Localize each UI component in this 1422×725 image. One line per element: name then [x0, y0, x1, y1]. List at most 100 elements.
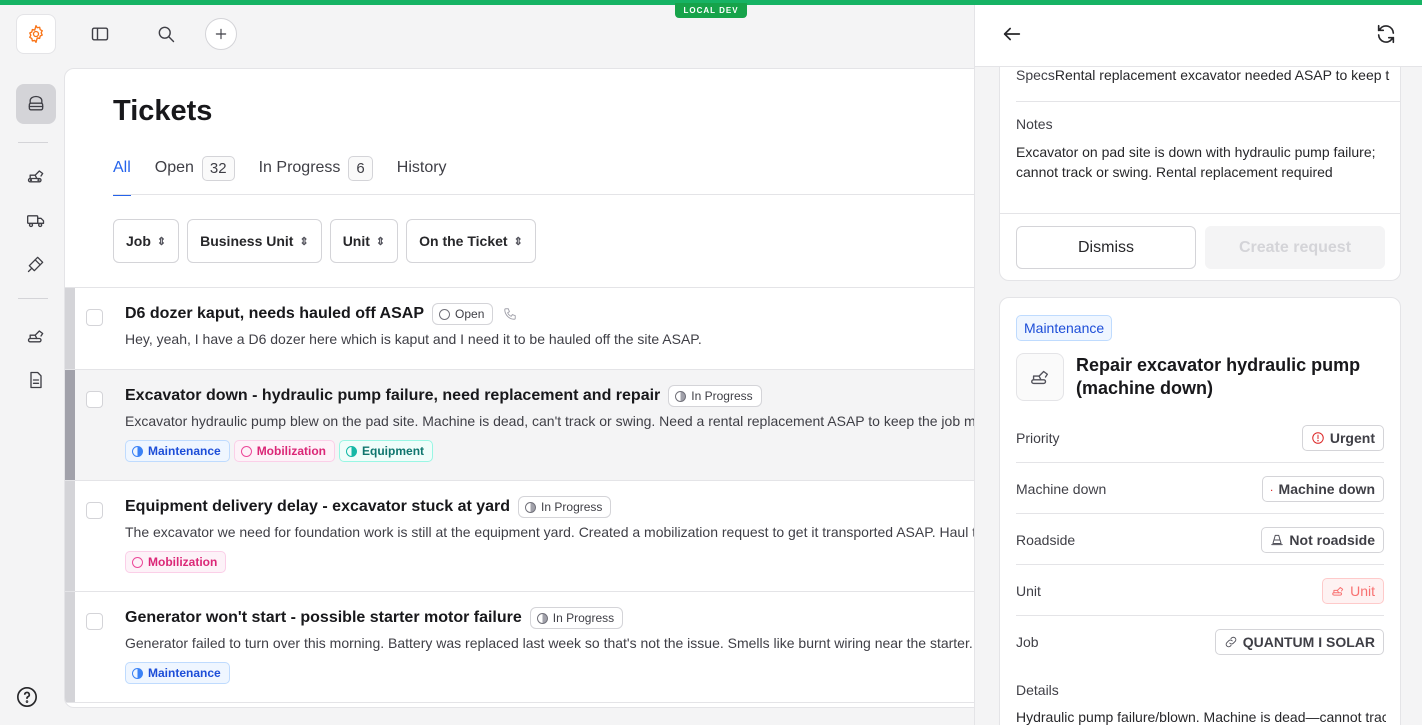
tab-label: In Progress: [258, 159, 341, 176]
priority-label: Priority: [1016, 429, 1060, 446]
refresh-icon[interactable]: [1375, 23, 1399, 47]
in-progress-status-icon: [525, 501, 537, 513]
status-label: In Progress: [541, 500, 603, 514]
excavator-icon: [27, 330, 44, 343]
nav-tools[interactable]: [16, 244, 56, 284]
road-cone-icon: [1271, 534, 1284, 545]
ticket-row[interactable]: D6 dozer kaput, needs hauled off ASAP Op…: [65, 288, 1003, 370]
ticket-title: Generator won't start - possible starter…: [125, 609, 522, 626]
row-checkbox[interactable]: [86, 391, 103, 408]
status-label: Open: [455, 307, 485, 321]
inbox-icon: [28, 95, 44, 111]
rail-divider: [18, 142, 48, 143]
help-icon[interactable]: [16, 686, 40, 710]
in-progress-status-icon: [675, 390, 687, 402]
rail-divider: [18, 298, 48, 299]
truck-icon: [26, 215, 45, 228]
search-icon[interactable]: [151, 19, 181, 49]
nav-fleet[interactable]: [16, 316, 56, 356]
status-badge: Open: [432, 303, 494, 325]
priority-select[interactable]: Urgent: [1301, 424, 1384, 451]
status-badge: In Progress: [529, 607, 624, 629]
nav-equipment[interactable]: [16, 156, 56, 196]
hammer-icon: [27, 256, 44, 273]
tab-label: All: [113, 159, 131, 176]
tag-maintenance: Maintenance: [125, 662, 230, 684]
nav-documents[interactable]: [16, 360, 56, 400]
status-label: In Progress: [691, 389, 753, 403]
excavator-icon: [1016, 353, 1064, 401]
dismiss-button[interactable]: Dismiss: [1016, 226, 1196, 269]
nav-tickets-inbox[interactable]: [16, 84, 56, 124]
ticket-description: Hey, yeah, I have a D6 dozer here which …: [125, 331, 702, 347]
notes-value: Excavator on pad site is down with hydra…: [1016, 144, 1376, 180]
tag-label: Equipment: [362, 444, 425, 458]
filter-business-unit[interactable]: Business Unit ⇕: [187, 219, 322, 263]
filter-on-the-ticket[interactable]: On the Ticket ⇕: [406, 219, 536, 263]
excavator-icon: [1332, 586, 1344, 596]
document-icon: [30, 371, 42, 389]
machine-down-indicator-icon: ·: [1270, 486, 1274, 495]
tag-mobilization: Mobilization: [125, 551, 227, 573]
machine-down-row: Machine down · Machine down: [1016, 464, 1384, 514]
job-select[interactable]: QUANTUM I SOLAR: [1214, 629, 1384, 655]
back-arrow-icon[interactable]: [1001, 23, 1025, 47]
filter-unit[interactable]: Unit ⇕: [329, 219, 399, 263]
specs-label: Specs: [1016, 67, 1055, 83]
env-badge: LOCAL DEV: [675, 3, 747, 18]
sort-chevron-icon: ⇕: [156, 235, 167, 248]
ticket-tags: Mobilization: [125, 551, 1003, 591]
tag-label: Maintenance: [148, 666, 221, 680]
job-row: Job QUANTUM I SOLAR: [1016, 617, 1384, 667]
ticket-row[interactable]: Generator won't start - possible starter…: [65, 592, 1003, 703]
ticket-list: D6 dozer kaput, needs hauled off ASAP Op…: [65, 288, 1003, 707]
sort-chevron-icon: ⇕: [299, 235, 309, 248]
sidebar-toggle-icon[interactable]: [85, 19, 115, 49]
status-badge: In Progress: [518, 496, 612, 518]
tag-label: Mobilization: [148, 555, 218, 569]
tab-history[interactable]: History: [397, 153, 447, 183]
ticket-description: Excavator hydraulic pump blew on the pad…: [125, 413, 1003, 429]
tab-label: History: [396, 159, 447, 176]
filter-label: On the Ticket: [419, 233, 508, 249]
unit-select[interactable]: Unit: [1322, 577, 1384, 604]
ticket-row-selected[interactable]: Excavator down - hydraulic pump failure,…: [65, 370, 1003, 481]
nav-trucks[interactable]: [16, 200, 56, 240]
filter-label: Job: [126, 233, 151, 249]
app-logo[interactable]: [16, 14, 56, 54]
mobilization-icon: [132, 556, 143, 568]
tab-in-progress[interactable]: In Progress 6: [259, 153, 373, 183]
row-checkbox[interactable]: [86, 502, 103, 519]
machine-down-select[interactable]: · Machine down: [1261, 475, 1384, 502]
open-status-icon: [439, 308, 451, 320]
tab-open[interactable]: Open 32: [155, 153, 235, 183]
priority-row: Priority Urgent: [1016, 413, 1384, 463]
gear-logo-icon: [29, 25, 43, 43]
filter-label: Business Unit: [200, 233, 294, 249]
category-badge: Maintenance: [1016, 315, 1113, 341]
add-icon[interactable]: [205, 18, 237, 50]
tag-mobilization: Mobilization: [233, 440, 336, 462]
tag-maintenance: Maintenance: [125, 440, 230, 462]
tag-label: Maintenance: [148, 444, 221, 458]
roadside-select[interactable]: Not roadside: [1261, 526, 1384, 553]
details-label: Details: [1016, 682, 1059, 698]
row-checkbox[interactable]: [86, 309, 103, 326]
unit-label: Unit: [1016, 582, 1041, 599]
roadside-row: Roadside Not roadside: [1016, 515, 1384, 565]
mobilization-icon: [240, 445, 252, 457]
sort-chevron-icon: ⇕: [375, 235, 386, 248]
link-icon: [1225, 636, 1237, 648]
ticket-row[interactable]: Equipment delivery delay - excavator stu…: [65, 481, 1003, 592]
phone-icon: [503, 307, 518, 322]
create-request-button[interactable]: Create request: [1205, 226, 1385, 269]
row-checkbox[interactable]: [86, 613, 103, 630]
in-progress-status-icon: [536, 612, 548, 624]
tab-all[interactable]: All: [113, 153, 131, 196]
roadside-value: Not roadside: [1289, 531, 1375, 548]
job-label: Job: [1016, 634, 1039, 650]
unit-row: Unit Unit: [1016, 566, 1384, 616]
filter-job[interactable]: Job ⇕: [113, 219, 180, 263]
tag-label: Mobilization: [256, 444, 327, 458]
alert-circle-icon: [1312, 431, 1324, 444]
